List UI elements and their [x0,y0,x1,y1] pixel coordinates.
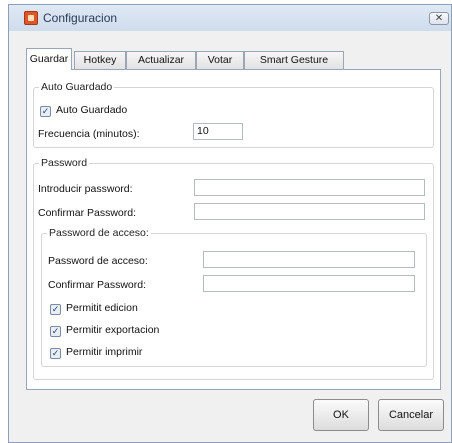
permitir-edicion-label: Permitit edicion [66,302,138,314]
tab-guardar[interactable]: Guardar [26,48,72,70]
permitir-exportacion-checkbox[interactable]: ✓ [50,326,61,337]
ok-button[interactable]: OK [313,399,369,431]
guardar-panel: Auto Guardado ✓ Auto Guardado Frecuencia… [26,69,441,390]
auto-guardado-checkbox-label: Auto Guardado [56,104,128,116]
confirmar-password-acceso-label: Confirmar Password: [48,279,147,291]
auto-guardado-checkbox[interactable]: ✓ [40,106,51,117]
cancel-button[interactable]: Cancelar [378,399,444,431]
confirmar-password-label: Confirmar Password: [38,207,137,219]
permitir-edicion-checkbox[interactable]: ✓ [50,304,61,315]
tab-votar[interactable]: Votar [196,51,244,69]
confirmar-password-acceso-input[interactable] [203,275,415,292]
app-settings-icon [24,11,38,25]
password-acceso-legend: Password de acceso: [49,227,149,239]
tab-hotkey[interactable]: Hotkey [74,51,126,69]
frecuencia-label: Frecuencia (minutos): [38,128,140,140]
permitir-imprimir-checkbox[interactable]: ✓ [50,348,61,359]
frecuencia-input[interactable]: 10 [193,123,243,140]
introducir-password-label: Introducir password: [38,183,133,195]
password-acceso-input[interactable] [203,251,415,268]
password-legend: Password [41,157,88,169]
close-button[interactable]: ✕ [429,12,449,25]
password-acceso-label: Password de acceso: [48,255,148,267]
confirmar-password-input[interactable] [194,203,425,220]
tab-actualizar[interactable]: Actualizar [126,51,196,69]
permitir-imprimir-label: Permitir imprimir [66,346,143,358]
tab-smart-gesture[interactable]: Smart Gesture [244,51,344,69]
permitir-exportacion-label: Permitir exportacion [66,324,160,336]
title-bar: Configuracion ✕ [9,5,451,31]
auto-guardado-legend: Auto Guardado [41,81,113,93]
introducir-password-input[interactable] [194,179,425,196]
window-title: Configuracion [43,11,118,25]
